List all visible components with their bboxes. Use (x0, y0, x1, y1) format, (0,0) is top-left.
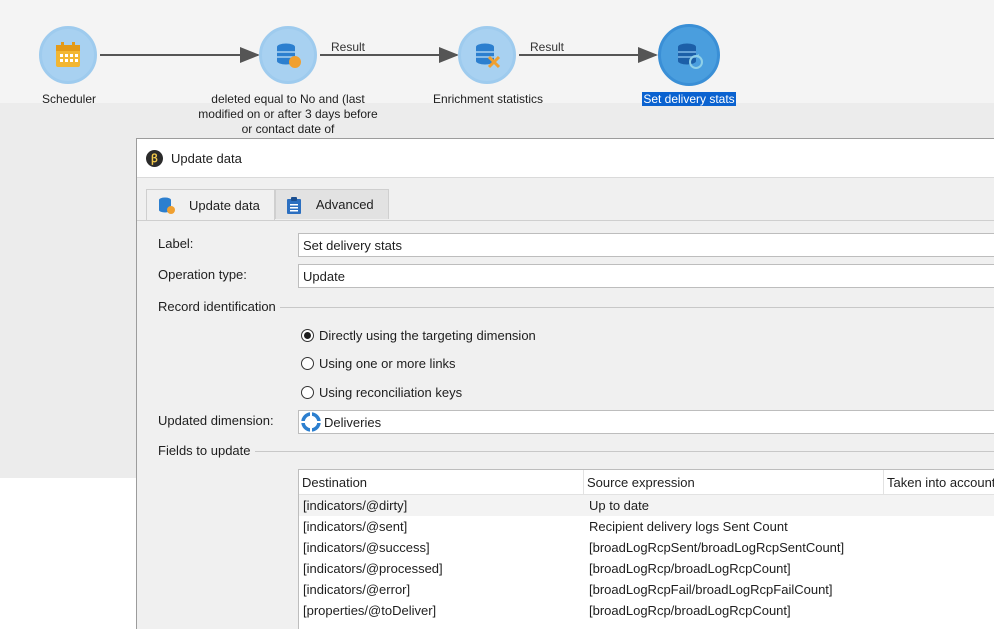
dialog-title: Update data (171, 150, 242, 166)
source-expression-cell: Up to date (589, 498, 649, 513)
transition-label[interactable]: Result (331, 40, 365, 54)
query-activity[interactable] (259, 26, 317, 84)
deliveries-icon (301, 412, 321, 432)
scheduler-activity[interactable] (39, 26, 97, 84)
tab-advanced[interactable]: Advanced (274, 189, 389, 219)
column-header-source-expression[interactable]: Source expression (584, 470, 884, 494)
update-data-dialog: ꞵ Update data Update data Advanced Label… (136, 138, 994, 629)
radio-option-reconciliation-keys[interactable]: Using reconciliation keys (301, 385, 462, 400)
canvas-blank-area (0, 478, 136, 629)
record-identification-section: Record identification (158, 299, 994, 314)
section-title: Fields to update (158, 443, 251, 458)
table-row[interactable]: [indicators/@dirty] Up to date (299, 495, 994, 516)
table-row[interactable]: [indicators/@success] [broadLogRcpSent/b… (299, 537, 994, 558)
tab-label: Update data (189, 197, 260, 213)
tab-divider (137, 220, 994, 221)
source-expression-cell: [broadLogRcpSent/broadLogRcpSentCount] (589, 540, 845, 555)
tab-strip: Update data Advanced (146, 189, 389, 220)
dialog-titlebar[interactable]: ꞵ Update data (137, 139, 994, 177)
radio-label: Using reconciliation keys (319, 385, 463, 400)
update-data-activity[interactable] (658, 24, 720, 86)
fields-to-update-section: Fields to update (158, 443, 994, 458)
calendar-icon (56, 42, 80, 67)
radio-button[interactable] (301, 329, 314, 342)
source-expression-cell: Recipient delivery logs Sent Count (589, 519, 788, 534)
destination-cell: [properties/@toDeliver] (303, 603, 437, 618)
database-query-icon (277, 43, 301, 68)
radio-button[interactable] (301, 386, 314, 399)
updated-dimension-field[interactable]: Deliveries (298, 410, 994, 434)
column-header-destination[interactable]: Destination (299, 470, 584, 494)
radio-option-targeting-dimension[interactable]: Directly using the targeting dimension (301, 328, 536, 343)
table-row[interactable]: [indicators/@error] [broadLogRcpFail/bro… (299, 579, 994, 600)
updated-dimension-value: Deliveries (324, 414, 382, 430)
label-input[interactable]: Set delivery stats (298, 233, 994, 257)
source-expression-cell: [broadLogRcp/broadLogRcpCount] (589, 603, 791, 618)
dialog-body: Update data Advanced Label: Set delivery… (137, 177, 994, 629)
database-update-icon (157, 196, 175, 214)
clipboard-icon (286, 196, 302, 214)
updated-dimension-caption: Updated dimension: (158, 413, 274, 428)
table-row[interactable]: [indicators/@processed] [broadLogRcp/bro… (299, 558, 994, 579)
tab-update-data[interactable]: Update data (146, 189, 275, 220)
section-title: Record identification (158, 299, 276, 314)
source-expression-cell: [broadLogRcp/broadLogRcpCount] (589, 561, 791, 576)
table-row[interactable]: [properties/@toDeliver] [broadLogRcp/bro… (299, 600, 994, 621)
app-logo-icon: ꞵ (146, 149, 163, 167)
fields-table[interactable]: Destination Source expression Taken into… (298, 469, 994, 629)
destination-cell: [indicators/@error] (303, 582, 411, 597)
radio-label: Directly using the targeting dimension (319, 328, 536, 343)
activity-label: Scheduler (41, 92, 97, 106)
destination-cell: [indicators/@sent] (303, 519, 408, 534)
label-caption: Label: (158, 236, 194, 251)
database-update-icon (678, 43, 703, 69)
column-header-condition[interactable]: Taken into account if (884, 470, 994, 494)
selected-activity-label: Set delivery stats (642, 92, 736, 106)
radio-label: Using one or more links (319, 356, 456, 371)
transition-label[interactable]: Result (530, 40, 564, 54)
activity-label: Set delivery stats (634, 92, 744, 107)
activity-label: Enrichment statistics (432, 92, 544, 106)
activity-label: deleted equal to No and (last modified o… (198, 92, 378, 136)
destination-cell: [indicators/@success] (303, 540, 430, 555)
table-row[interactable]: [indicators/@sent] Recipient delivery lo… (299, 516, 994, 537)
table-header: Destination Source expression Taken into… (299, 470, 994, 495)
enrichment-activity[interactable] (458, 26, 516, 84)
radio-option-links[interactable]: Using one or more links (301, 356, 456, 371)
destination-cell: [indicators/@processed] (303, 561, 443, 576)
source-expression-cell: [broadLogRcpFail/broadLogRcpFailCount] (589, 582, 833, 597)
destination-cell: [indicators/@dirty] (303, 498, 408, 513)
radio-button[interactable] (301, 357, 314, 370)
tab-label: Advanced (315, 197, 374, 212)
operation-type-caption: Operation type: (158, 267, 247, 282)
database-enrichment-icon (476, 43, 501, 69)
operation-type-select[interactable]: Update (298, 264, 994, 288)
